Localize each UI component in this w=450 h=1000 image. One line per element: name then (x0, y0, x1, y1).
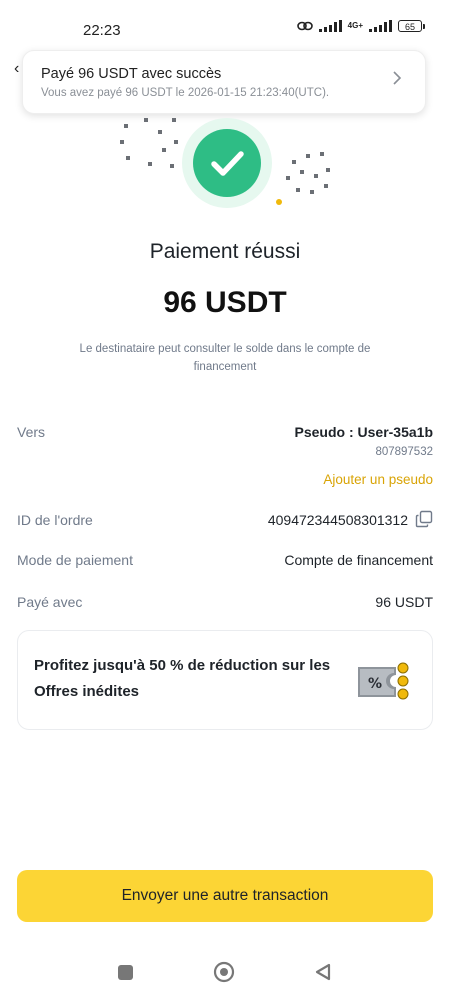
confetti-dot-accent (276, 199, 282, 205)
payment-amount: 96 USDT (163, 286, 287, 319)
recipient-pseudo: Pseudo : User-35a1b (294, 424, 434, 440)
order-id-value: 409472344508301312 (267, 512, 408, 528)
signal-icon (318, 20, 342, 32)
order-id-label: ID de l'ordre (17, 512, 93, 528)
promo-card[interactable]: Profitez jusqu'à 50 % de réduction sur l… (17, 630, 433, 730)
status-time: 22:23 (83, 22, 121, 39)
notification-title: Payé 96 USDT avec succès (41, 66, 222, 82)
paid-with-label: Payé avec (17, 594, 83, 610)
payment-method-label: Mode de paiement (17, 552, 133, 568)
battery-icon: 65 (398, 20, 425, 32)
notification-subtitle: Vous avez payé 96 USDT le 2026-01-15 21:… (41, 87, 330, 99)
copy-icon[interactable] (415, 510, 433, 528)
recent-apps-icon[interactable] (118, 965, 133, 980)
add-pseudo-link[interactable]: Ajouter un pseudo (323, 472, 433, 487)
discount-ticket-icon: % (358, 662, 409, 700)
promo-text: Profitez jusqu'à 50 % de réduction sur l… (34, 657, 331, 700)
send-another-transaction-button[interactable]: Envoyer une autre transaction (17, 870, 433, 922)
svg-text:%: % (368, 676, 382, 692)
payment-status-title: Paiement réussi (149, 240, 301, 263)
home-icon[interactable] (213, 961, 235, 983)
status-bar: 22:23 4G+ 65 (0, 0, 450, 56)
notification-banner[interactable]: Payé 96 USDT avec succès Vous avez payé … (22, 50, 426, 114)
success-check-icon (193, 129, 261, 197)
back-arrow-icon[interactable]: ‹ (14, 60, 19, 78)
signal-icon-2 (369, 20, 392, 32)
payment-method-value: Compte de financement (284, 552, 433, 568)
recipient-id: 807897532 (375, 446, 433, 458)
status-icons: 4G+ 65 (296, 20, 425, 32)
link-icon (296, 21, 313, 31)
network-type: 4G+ (347, 21, 363, 30)
payment-description: Le destinataire peut consulter le solde … (79, 343, 371, 373)
paid-with-value: 96 USDT (375, 594, 433, 610)
recipient-label: Vers (17, 424, 46, 440)
system-nav-bar (0, 950, 450, 1000)
back-icon[interactable] (313, 962, 333, 982)
chevron-right-icon (393, 71, 402, 85)
